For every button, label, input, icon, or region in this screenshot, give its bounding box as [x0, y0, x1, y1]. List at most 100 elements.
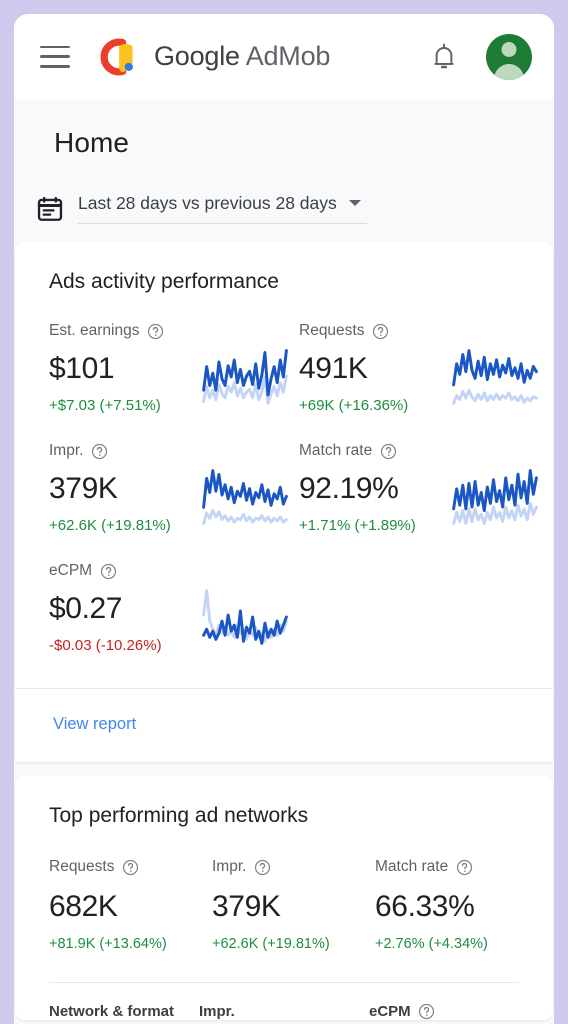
column-header-impressions[interactable]: Impr. — [199, 1003, 369, 1020]
metric-row: eCPM $0.27 -$0.03 (-10.26%) — [49, 534, 553, 654]
help-icon[interactable] — [456, 859, 473, 876]
metric-value: $0.27 — [49, 592, 123, 625]
metric-est-earnings: Est. earnings $101 +$7.03 (+7.51%) — [49, 294, 299, 414]
ads-activity-metrics: Est. earnings $101 +$7.03 (+7.51%) Reque… — [15, 294, 553, 654]
metric-body: $0.27 -$0.03 (-10.26%) — [49, 582, 299, 654]
metric-values: 491K +69K (+16.36%) — [299, 342, 449, 414]
avatar[interactable] — [486, 33, 532, 80]
metric-ecpm: eCPM $0.27 -$0.03 (-10.26%) — [49, 534, 299, 654]
net-metric-impressions: Impr. 379K +62.6K (+19.81%) — [212, 828, 375, 952]
admob-logo-icon — [100, 38, 133, 75]
hamburger-menu-icon[interactable] — [40, 45, 70, 68]
metric-delta: -$0.03 (-10.26%) — [49, 637, 162, 654]
metric-values: 92.19% +1.71% (+1.89%) — [299, 462, 449, 534]
metric-delta: +1.71% (+1.89%) — [299, 517, 416, 534]
net-metric-match-rate: Match rate 66.33% +2.76% (+4.34%) — [375, 828, 538, 952]
net-metric-value: 66.33% — [375, 890, 475, 923]
view-report-link[interactable]: View report — [15, 689, 553, 762]
brand-title: Google AdMob — [154, 41, 330, 72]
metric-delta: +69K (+16.36%) — [299, 397, 409, 414]
metric-header: Est. earnings — [49, 320, 299, 342]
brand-google: Google — [154, 41, 240, 71]
metric-header: Impr. — [212, 856, 375, 878]
metric-body: 491K +69K (+16.36%) — [299, 342, 549, 414]
metric-body: 379K +62.6K (+19.81%) — [49, 462, 299, 534]
column-label: Impr. — [199, 1003, 235, 1020]
metric-header: Requests — [49, 856, 212, 878]
top-networks-metrics: Requests 682K +81.9K (+13.64%) Impr. 379… — [15, 828, 553, 952]
metric-delta: +$7.03 (+7.51%) — [49, 397, 161, 414]
column-header-network-format[interactable]: Network & format — [49, 1003, 199, 1020]
metric-label: eCPM — [49, 562, 93, 579]
metric-label: Est. earnings — [49, 322, 140, 339]
metric-row: Est. earnings $101 +$7.03 (+7.51%) Reque… — [49, 294, 553, 414]
page-title: Home — [54, 127, 130, 158]
help-icon[interactable] — [418, 1003, 435, 1020]
avatar-body — [494, 63, 524, 80]
net-metric-value: 682K — [49, 890, 118, 923]
metric-header: Match rate — [375, 856, 538, 878]
sparkline-requests — [452, 349, 538, 405]
app-bar: Google AdMob — [14, 14, 554, 99]
metric-impressions: Impr. 379K +62.6K (+19.81%) — [49, 414, 299, 534]
app-viewport: Google AdMob Home Last 28 days vs previo… — [14, 14, 554, 1024]
help-icon[interactable] — [254, 859, 271, 876]
metric-header: Impr. — [49, 440, 299, 462]
date-range-selector[interactable]: Last 28 days vs previous 28 days — [78, 193, 367, 224]
net-metric-delta: +81.9K (+13.64%) — [49, 936, 167, 952]
metric-value: $101 — [49, 352, 115, 385]
bell-icon[interactable] — [430, 42, 458, 72]
net-metric-delta: +2.76% (+4.34%) — [375, 936, 488, 952]
date-range-label: Last 28 days vs previous 28 days — [78, 193, 337, 213]
metric-label: Requests — [49, 858, 115, 875]
brand-lockup: Google AdMob — [94, 34, 430, 80]
metric-header: Requests — [299, 320, 549, 342]
metric-body: $101 +$7.03 (+7.51%) — [49, 342, 299, 414]
brand-admob: AdMob — [245, 41, 331, 71]
top-networks-title: Top performing ad networks — [49, 804, 309, 827]
column-header-ecpm[interactable]: eCPM — [369, 1003, 529, 1020]
metric-header: eCPM — [49, 560, 299, 582]
metric-match-rate: Match rate 92.19% +1.71% (+1.89%) — [299, 414, 549, 534]
networks-table-header: Network & format Impr. eCPM — [15, 983, 553, 1020]
metric-label: Requests — [299, 322, 365, 339]
metric-row: Impr. 379K +62.6K (+19.81%) Match rate 9… — [49, 414, 553, 534]
help-icon[interactable] — [100, 563, 117, 580]
help-icon[interactable] — [380, 443, 397, 460]
column-label: eCPM — [369, 1003, 411, 1020]
metric-requests: Requests 491K +69K (+16.36%) — [299, 294, 549, 414]
help-icon[interactable] — [372, 323, 389, 340]
metric-value: 92.19% — [299, 472, 399, 505]
ads-activity-title: Ads activity performance — [49, 270, 279, 293]
help-icon[interactable] — [122, 859, 139, 876]
metric-label: Match rate — [299, 442, 373, 459]
metric-value: 379K — [49, 472, 118, 505]
metric-header: Match rate — [299, 440, 549, 462]
sparkline-impressions — [202, 469, 288, 525]
date-range-row: Last 28 days vs previous 28 days — [14, 159, 554, 224]
metric-label: Impr. — [49, 442, 84, 459]
metric-label: Impr. — [212, 858, 247, 875]
help-icon[interactable] — [147, 323, 164, 340]
chevron-down-icon — [348, 200, 361, 206]
metric-values: $101 +$7.03 (+7.51%) — [49, 342, 199, 414]
net-metric-value: 379K — [212, 890, 281, 923]
net-metric-delta: +62.6K (+19.81%) — [212, 936, 330, 952]
metric-values: $0.27 -$0.03 (-10.26%) — [49, 582, 199, 654]
sparkline-ecpm — [202, 589, 288, 645]
metric-body: 92.19% +1.71% (+1.89%) — [299, 462, 549, 534]
column-label: Network & format — [49, 1003, 175, 1020]
metric-delta: +62.6K (+19.81%) — [49, 517, 171, 534]
metric-label: Match rate — [375, 858, 449, 875]
sparkline-match-rate — [452, 469, 538, 525]
help-icon[interactable] — [91, 443, 108, 460]
top-networks-card: Top performing ad networks Requests 682K… — [15, 776, 553, 1020]
home-header: Home Last 28 days vs previous 28 days — [14, 99, 554, 224]
metric-values: 379K +62.6K (+19.81%) — [49, 462, 199, 534]
calendar-icon — [37, 196, 63, 221]
metric-value: 491K — [299, 352, 368, 385]
avatar-head — [501, 41, 517, 57]
net-metric-requests: Requests 682K +81.9K (+13.64%) — [49, 828, 212, 952]
ads-activity-card: Ads activity performance Est. earnings $… — [15, 242, 553, 762]
sparkline-est-earnings — [202, 349, 288, 405]
